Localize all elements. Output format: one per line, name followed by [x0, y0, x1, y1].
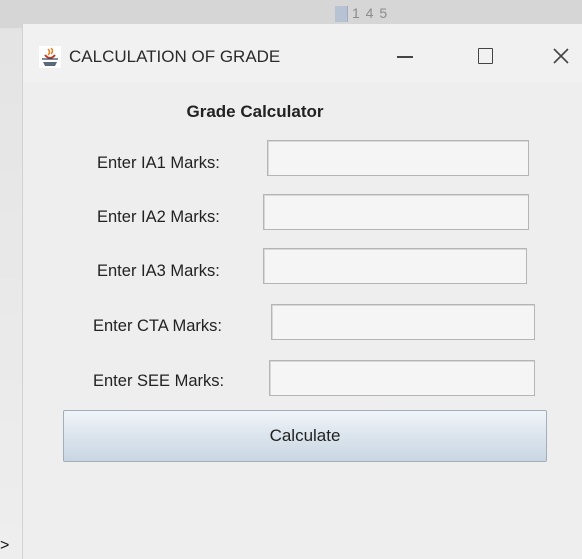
ia2-marks-input[interactable] — [263, 194, 529, 230]
ia1-label: Enter IA1 Marks: — [97, 154, 220, 172]
maximize-icon — [477, 48, 493, 64]
window-title: CALCULATION OF GRADE — [69, 47, 281, 66]
see-marks-input[interactable] — [269, 360, 535, 396]
screen: 1 4 5 CALCULATION OF GRADE Grade Calcula… — [0, 0, 582, 559]
close-button[interactable] — [539, 38, 582, 74]
background-tab-marker — [335, 6, 348, 22]
minimize-icon — [397, 56, 413, 58]
background-text: 1 4 5 — [352, 5, 389, 21]
cta-label: Enter CTA Marks: — [93, 317, 222, 335]
grade-calculator-window: CALCULATION OF GRADE Grade Calculator En… — [22, 24, 582, 559]
maximize-button[interactable] — [463, 38, 507, 74]
ia1-marks-input[interactable] — [267, 140, 529, 176]
java-cup-icon — [39, 46, 61, 68]
ia3-label: Enter IA3 Marks: — [97, 262, 220, 280]
close-icon — [553, 48, 569, 64]
minimize-button[interactable] — [383, 38, 427, 74]
cta-marks-input[interactable] — [271, 304, 535, 340]
form-heading: Grade Calculator — [186, 102, 324, 121]
ia3-marks-input[interactable] — [263, 248, 527, 284]
edge-glyph: > — [0, 537, 10, 554]
calculate-button[interactable]: Calculate — [63, 410, 547, 462]
title-bar[interactable]: CALCULATION OF GRADE — [23, 24, 582, 82]
ia2-label: Enter IA2 Marks: — [97, 208, 220, 226]
see-label: Enter SEE Marks: — [93, 372, 225, 390]
